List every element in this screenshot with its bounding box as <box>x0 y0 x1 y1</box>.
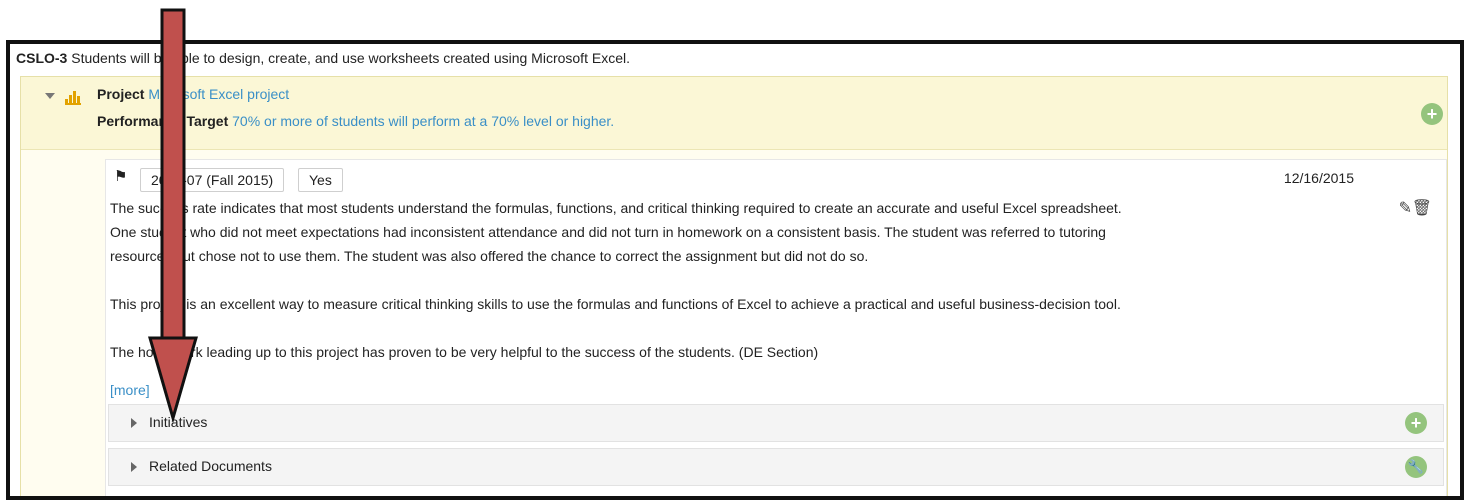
collapse-caret-icon[interactable] <box>45 93 55 99</box>
trash-icon[interactable]: 🗑 <box>1412 198 1432 218</box>
bar-chart-icon <box>65 89 83 105</box>
expand-caret-icon[interactable] <box>131 462 137 472</box>
related-documents-panel[interactable]: Related Documents 🔧 <box>108 448 1444 486</box>
result-card: ⚑ 2015-07 (Fall 2015) Yes 12/16/2015 ✎ 🗑… <box>105 159 1447 496</box>
more-link[interactable]: [more] <box>110 382 150 398</box>
result-text-line: The success rate indicates that most stu… <box>110 200 1122 216</box>
expand-caret-icon[interactable] <box>131 418 137 428</box>
result-text-line: One student who did not meet expectation… <box>110 224 1106 240</box>
related-documents-label[interactable]: Related Documents <box>149 458 272 474</box>
annotation-arrow <box>148 8 198 423</box>
result-date: 12/16/2015 <box>1283 170 1354 186</box>
cslo-header: CSLO-3 Students will be able to design, … <box>16 50 630 66</box>
met-badge: Yes <box>298 168 343 192</box>
cslo-frame: CSLO-3 Students will be able to design, … <box>6 40 1464 500</box>
flag-icon: ⚑ <box>114 168 128 185</box>
cslo-code: CSLO-3 <box>16 50 68 66</box>
project-header: Project Microsoft Excel project Performa… <box>21 77 1447 150</box>
edit-icon[interactable]: ✎ <box>1399 198 1412 218</box>
add-result-button[interactable]: + <box>1421 103 1443 125</box>
result-text-line: The homework leading up to this project … <box>110 344 819 360</box>
result-text-line: This project is an excellent way to meas… <box>110 296 1121 312</box>
wrench-icon[interactable]: 🔧 <box>1405 456 1427 478</box>
initiatives-panel[interactable]: Initiatives + <box>108 404 1444 442</box>
project-panel: Project Microsoft Excel project Performa… <box>20 76 1448 496</box>
add-initiative-button[interactable]: + <box>1405 412 1427 434</box>
project-label: Project <box>97 86 145 102</box>
result-text-line: resources but chose not to use them. The… <box>110 248 869 264</box>
performance-target-value[interactable]: 70% or more of students will perform at … <box>232 113 614 129</box>
